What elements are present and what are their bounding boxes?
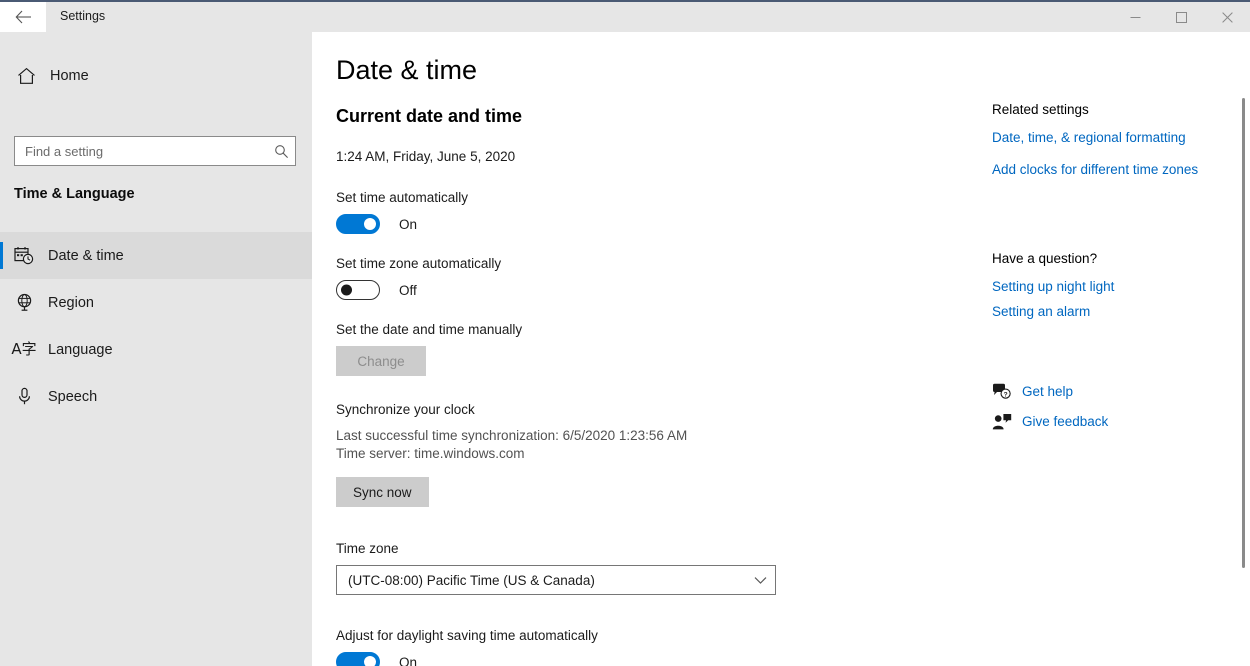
- question-link-night-light[interactable]: Setting up night light: [992, 278, 1232, 296]
- settings-main-column: Current date and time 1:24 AM, Friday, J…: [336, 106, 806, 666]
- daylight-state: On: [399, 654, 418, 666]
- selection-indicator: [0, 242, 3, 269]
- scrollbar-thumb[interactable]: [1242, 98, 1245, 568]
- give-feedback-row[interactable]: Give feedback: [992, 413, 1232, 430]
- set-timezone-auto-toggle[interactable]: [336, 280, 380, 300]
- sidebar-item-label: Language: [48, 341, 113, 358]
- sync-heading: Synchronize your clock: [336, 402, 475, 417]
- minimize-button[interactable]: [1112, 2, 1158, 32]
- set-time-auto-row: On: [336, 214, 806, 234]
- calendar-clock-icon: [0, 246, 48, 265]
- page-title: Date & time: [336, 55, 478, 85]
- set-time-auto-label: Set time automatically: [336, 190, 469, 205]
- window-title: Settings: [60, 9, 106, 23]
- sidebar-item-speech[interactable]: Speech: [0, 373, 312, 420]
- feedback-person-icon: [992, 413, 1022, 430]
- sidebar-item-label: Speech: [48, 388, 98, 405]
- microphone-icon: [0, 387, 48, 406]
- sync-meta: Last successful time synchronization: 6/…: [336, 427, 806, 463]
- related-link-add-clocks[interactable]: Add clocks for different time zones: [992, 161, 1232, 179]
- minimize-icon: [1130, 16, 1140, 18]
- daylight-label: Adjust for daylight saving time automati…: [336, 628, 598, 643]
- give-feedback-label: Give feedback: [1022, 414, 1109, 429]
- toggle-knob: [364, 218, 376, 230]
- search-box[interactable]: [14, 136, 296, 166]
- sidebar: Home Time & Language: [0, 32, 312, 666]
- timezone-label: Time zone: [336, 541, 399, 556]
- content-area: Date & time Current date and time 1:24 A…: [312, 32, 1250, 666]
- daylight-section: Adjust for daylight saving time automati…: [336, 628, 806, 666]
- question-link-setting-alarm[interactable]: Setting an alarm: [992, 303, 1232, 321]
- svg-text:?: ?: [1004, 391, 1008, 398]
- sidebar-item-date-time[interactable]: Date & time: [0, 232, 312, 279]
- set-timezone-auto-label: Set time zone automatically: [336, 256, 502, 271]
- toggle-knob: [341, 284, 352, 296]
- have-a-question-heading: Have a question?: [992, 251, 1098, 266]
- time-server-text: Time server: time.windows.com: [336, 446, 525, 461]
- get-help-row[interactable]: ? Get help: [992, 383, 1232, 400]
- set-timezone-auto-state: Off: [399, 282, 417, 298]
- timezone-select[interactable]: (UTC-08:00) Pacific Time (US & Canada): [336, 565, 776, 595]
- window-controls: [1112, 2, 1250, 32]
- language-icon: A字: [0, 342, 48, 357]
- close-icon: [1221, 11, 1233, 23]
- back-arrow-icon: [15, 10, 31, 24]
- get-help-label: Get help: [1022, 384, 1074, 399]
- language-glyph: A字: [11, 340, 37, 358]
- globe-icon: [0, 293, 48, 312]
- last-sync-text: Last successful time synchronization: 6/…: [336, 428, 688, 443]
- set-timezone-auto-row: Off: [336, 280, 806, 300]
- sidebar-section-title: Time & Language: [14, 186, 135, 202]
- daylight-row: On: [336, 652, 806, 666]
- section-heading-current: Current date and time: [336, 106, 523, 126]
- related-settings-panel: Related settings Date, time, & regional …: [992, 102, 1232, 443]
- change-button[interactable]: Change: [336, 346, 426, 376]
- titlebar-accent-line: [0, 0, 1250, 2]
- sidebar-item-label: Date & time: [48, 247, 124, 264]
- related-settings-heading: Related settings: [992, 102, 1089, 117]
- sync-now-button[interactable]: Sync now: [336, 477, 429, 507]
- search-icon: [267, 144, 295, 159]
- sidebar-home-label: Home: [50, 68, 89, 84]
- timezone-section: Time zone (UTC-08:00) Pacific Time (US &…: [336, 541, 806, 595]
- related-link-regional-formatting[interactable]: Date, time, & regional formatting: [992, 129, 1232, 147]
- timezone-selected-value: (UTC-08:00) Pacific Time (US & Canada): [348, 572, 595, 588]
- toggle-knob: [364, 656, 376, 666]
- sidebar-item-region[interactable]: Region: [0, 279, 312, 326]
- close-button[interactable]: [1204, 2, 1250, 32]
- sync-section: Synchronize your clock Last successful t…: [336, 402, 806, 507]
- maximize-icon: [1175, 11, 1187, 23]
- sidebar-nav-list: Date & time Region A字 Language Speech: [0, 232, 312, 420]
- set-time-auto-state: On: [399, 216, 418, 232]
- help-group: ? Get help Give feedback: [992, 383, 1232, 430]
- maximize-button[interactable]: [1158, 2, 1204, 32]
- search-input[interactable]: [15, 143, 267, 159]
- home-icon: [2, 67, 50, 85]
- back-button[interactable]: [0, 2, 46, 32]
- sidebar-item-label: Region: [48, 294, 94, 311]
- sidebar-item-language[interactable]: A字 Language: [0, 326, 312, 373]
- daylight-toggle[interactable]: [336, 652, 380, 666]
- help-bubble-icon: ?: [992, 383, 1022, 400]
- chevron-down-icon: [745, 576, 775, 585]
- set-time-auto-toggle[interactable]: [336, 214, 380, 234]
- title-bar: Settings: [0, 0, 1250, 32]
- vertical-scrollbar[interactable]: [1237, 32, 1250, 666]
- sidebar-item-home[interactable]: Home: [0, 56, 312, 96]
- set-manual-label: Set the date and time manually: [336, 322, 523, 337]
- current-datetime-value: 1:24 AM, Friday, June 5, 2020: [336, 149, 516, 164]
- settings-window: Settings Home Find a setting Time & Lang…: [0, 0, 1250, 666]
